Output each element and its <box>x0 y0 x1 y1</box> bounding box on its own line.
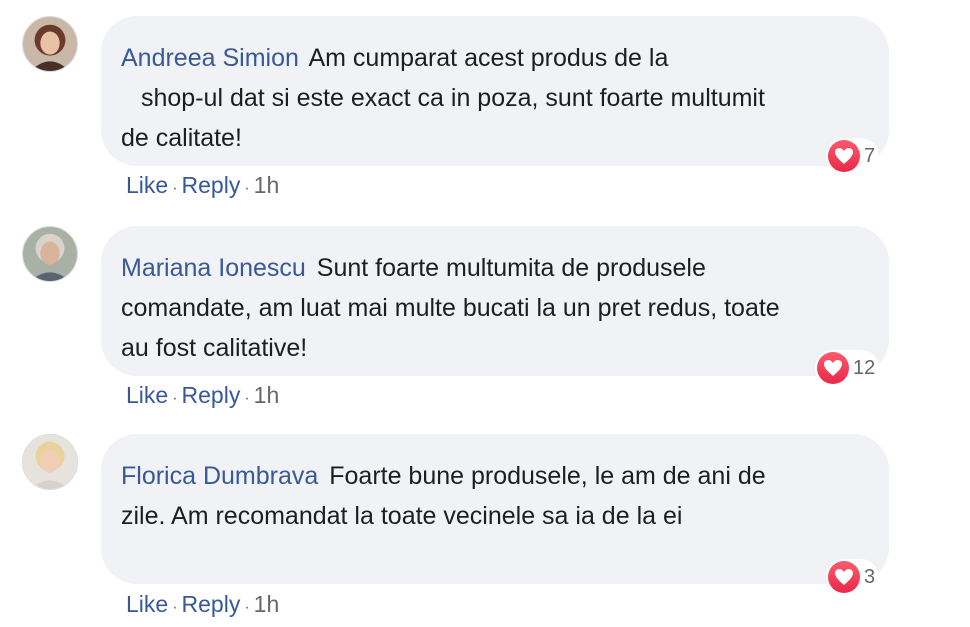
comment-actions: Like · Reply · 1h <box>126 382 279 409</box>
comment-author[interactable]: Mariana Ionescu <box>121 254 306 282</box>
reaction-summary[interactable]: 3 <box>826 559 880 595</box>
avatar[interactable] <box>22 226 78 282</box>
separator-dot: · <box>244 390 250 407</box>
comment-text-line: comandate, am luat mai multe bucati la u… <box>121 294 780 322</box>
reply-link[interactable]: Reply <box>182 172 241 199</box>
comment-bubble: Mariana Ionescu Sunt foarte multumita de… <box>101 226 889 376</box>
comment-text-line: de calitate! <box>121 124 242 152</box>
like-link[interactable]: Like <box>126 591 168 618</box>
reply-link[interactable]: Reply <box>182 382 241 409</box>
comment-text-line: zile. Am recomandat la toate vecinele sa… <box>121 502 683 530</box>
comment-author[interactable]: Florica Dumbrava <box>121 462 318 490</box>
reaction-count: 7 <box>864 144 876 167</box>
separator-dot: · <box>172 390 178 407</box>
comment-text-line: Foarte bune produsele, le am de ani de <box>329 462 766 490</box>
like-link[interactable]: Like <box>126 172 168 199</box>
comment-timestamp[interactable]: 1h <box>254 172 280 199</box>
comment-bubble: Andreea Simion Am cumparat acest produs … <box>101 16 889 166</box>
love-reaction-icon <box>826 559 862 595</box>
comment-author[interactable]: Andreea Simion <box>121 44 299 72</box>
avatar[interactable] <box>22 434 78 490</box>
reply-link[interactable]: Reply <box>182 591 241 618</box>
separator-dot: · <box>244 599 250 616</box>
reaction-count: 3 <box>864 565 876 588</box>
comment-actions: Like · Reply · 1h <box>126 172 279 199</box>
love-reaction-icon <box>826 138 862 174</box>
reaction-count: 12 <box>853 356 876 379</box>
separator-dot: · <box>172 180 178 197</box>
like-link[interactable]: Like <box>126 382 168 409</box>
avatar[interactable] <box>22 16 78 72</box>
separator-dot: · <box>244 180 250 197</box>
love-reaction-icon <box>815 350 851 386</box>
comment-actions: Like · Reply · 1h <box>126 591 279 618</box>
comment-text-line: Sunt foarte multumita de produsele <box>316 254 706 282</box>
reaction-summary[interactable]: 12 <box>815 350 880 386</box>
comment-text-line: shop-ul dat si este exact ca in poza, su… <box>141 84 765 112</box>
separator-dot: · <box>172 599 178 616</box>
comment-bubble: Florica Dumbrava Foarte bune produsele, … <box>101 434 889 584</box>
comment-timestamp[interactable]: 1h <box>254 382 280 409</box>
reaction-summary[interactable]: 7 <box>826 138 880 174</box>
comment-timestamp[interactable]: 1h <box>254 591 280 618</box>
comment-text-line: au fost calitative! <box>121 334 308 362</box>
comment-text-line: Am cumparat acest produs de la <box>308 44 669 72</box>
